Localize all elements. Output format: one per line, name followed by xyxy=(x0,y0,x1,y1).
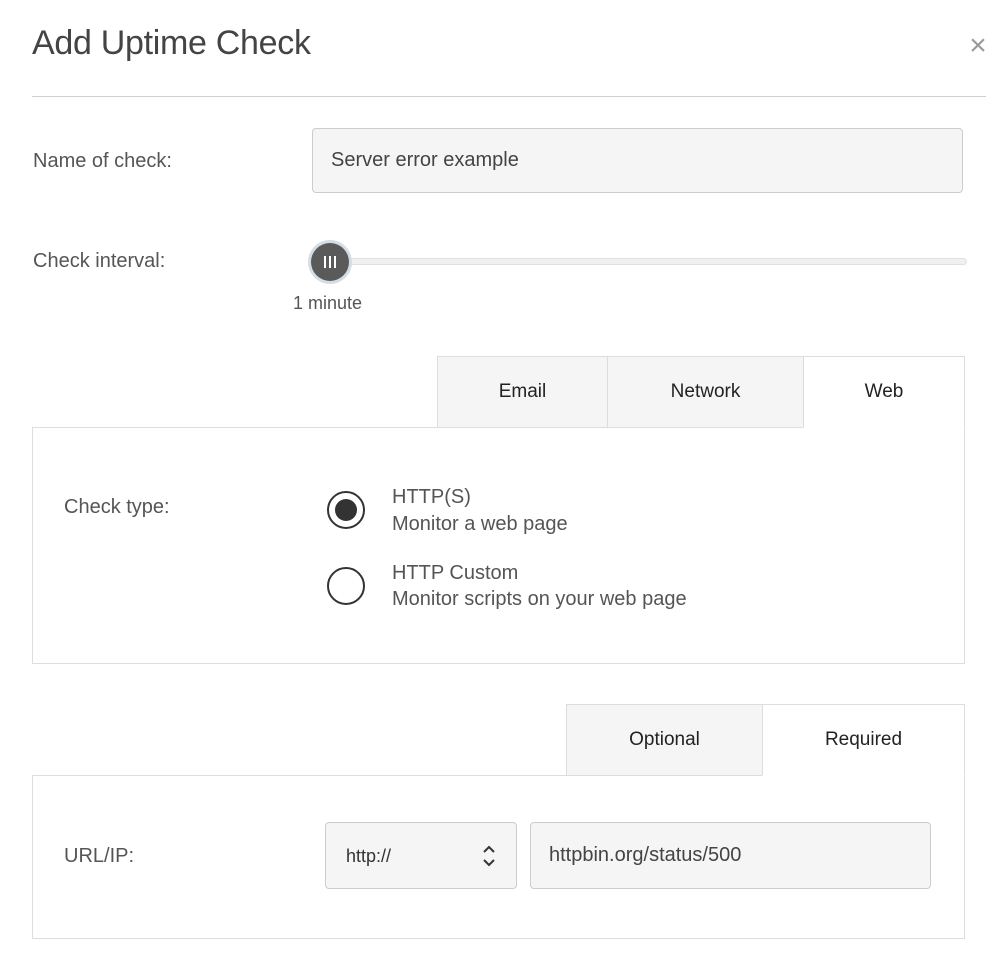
check-type-label: Check type: xyxy=(64,496,170,518)
check-type-panel xyxy=(32,427,965,664)
option-http-custom-title: HTTP Custom xyxy=(392,562,519,584)
close-icon[interactable]: × xyxy=(962,28,994,64)
interval-slider-handle[interactable] xyxy=(311,243,349,281)
tab-optional[interactable]: Optional xyxy=(566,704,763,776)
radio-https[interactable] xyxy=(327,491,365,529)
name-input[interactable]: Server error example xyxy=(312,128,963,193)
header-divider xyxy=(32,96,986,97)
option-https-description: Monitor a web page xyxy=(392,513,568,535)
grip-icon xyxy=(324,256,336,268)
protocol-select[interactable]: http:// xyxy=(325,822,517,889)
interval-slider-track[interactable] xyxy=(330,258,967,265)
interval-value: 1 minute xyxy=(293,293,363,313)
tab-required[interactable]: Required xyxy=(762,704,965,776)
radio-http-custom[interactable] xyxy=(327,567,365,605)
interval-label: Check interval: xyxy=(33,250,166,272)
tab-web[interactable]: Web xyxy=(803,356,965,428)
protocol-value: http:// xyxy=(346,846,392,866)
url-input[interactable]: httpbin.org/status/500 xyxy=(530,822,931,889)
radio-selected-dot xyxy=(335,499,357,521)
option-https-title: HTTP(S) xyxy=(392,486,471,508)
tab-network[interactable]: Network xyxy=(607,356,804,428)
dialog-title: Add Uptime Check xyxy=(32,24,311,62)
tab-email[interactable]: Email xyxy=(437,356,608,428)
sort-arrows-icon xyxy=(483,845,495,867)
url-label: URL/IP: xyxy=(64,845,135,867)
option-http-custom-description: Monitor scripts on your web page xyxy=(392,588,687,610)
name-label: Name of check: xyxy=(33,150,172,172)
